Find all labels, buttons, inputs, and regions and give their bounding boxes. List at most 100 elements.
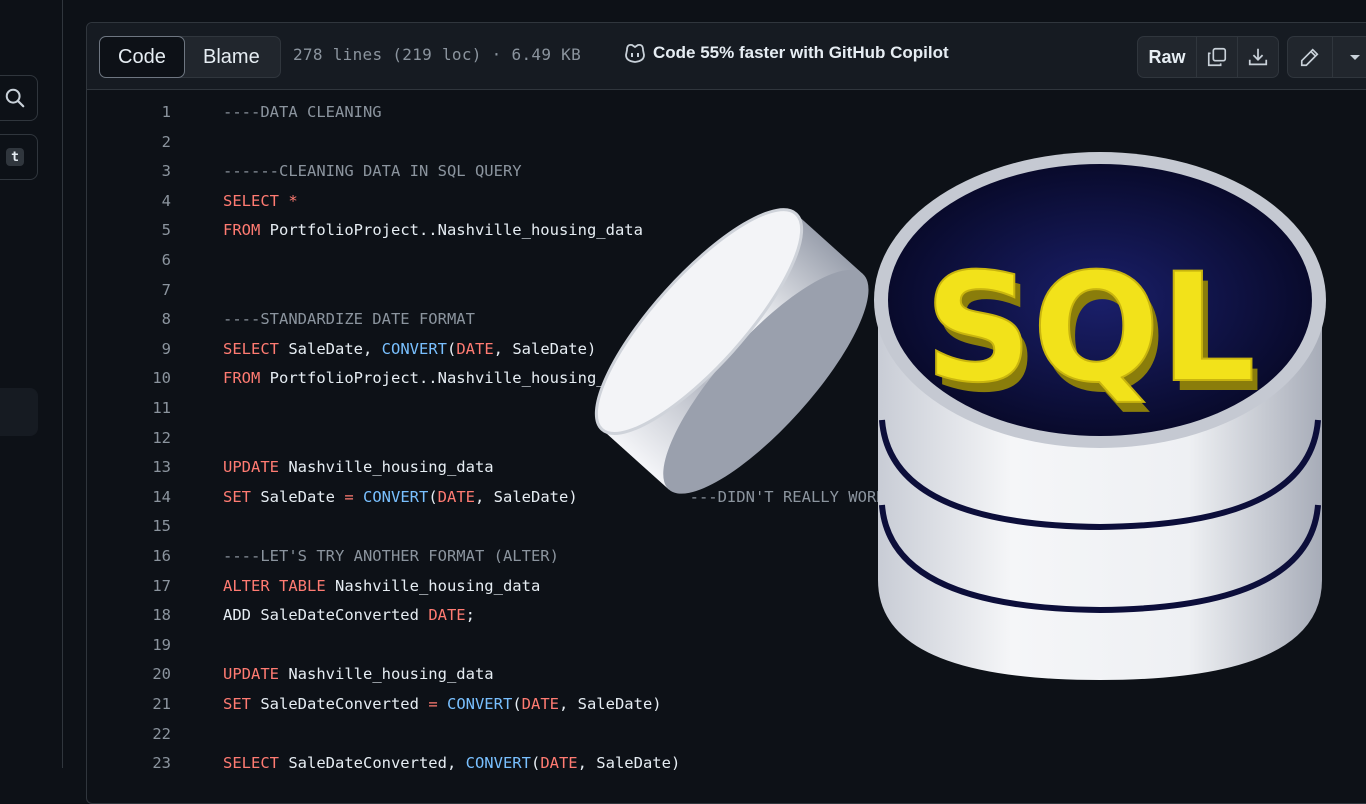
line-number[interactable]: 4 — [147, 192, 171, 210]
line-number[interactable]: 2 — [147, 133, 171, 151]
code-token: SaleDate, — [288, 339, 382, 358]
line-number[interactable]: 12 — [147, 429, 171, 447]
code-token: ADD SaleDateConverted — [223, 606, 429, 625]
code-token: CONVERT — [363, 487, 429, 506]
code-token: ----LET'S TRY ANOTHER FORMAT (ALTER) — [223, 547, 559, 565]
line-number[interactable]: 18 — [147, 606, 171, 624]
file-meta: 278 lines (219 loc) · 6.49 KB — [293, 45, 582, 64]
line-number[interactable]: 13 — [147, 458, 171, 476]
symbols-button[interactable]: t — [0, 134, 38, 180]
line-number[interactable]: 15 — [147, 517, 171, 535]
copilot-promo[interactable]: Code 55% faster with GitHub Copilot — [623, 42, 949, 64]
code-token: SET — [223, 695, 261, 713]
line-number[interactable]: 8 — [147, 310, 171, 328]
code-line: 23 SELECT SaleDateConverted, CONVERT(DATE… — [87, 754, 1287, 784]
line-number[interactable]: 21 — [147, 695, 171, 713]
code-token: ( — [428, 487, 438, 506]
download-icon — [1248, 48, 1268, 66]
code-token: ------CLEANING DATA IN SQL QUERY — [223, 162, 522, 181]
code-token: ( — [512, 695, 522, 713]
line-number[interactable]: 3 — [147, 162, 171, 180]
code-token: FROM — [223, 221, 270, 240]
code-token: ----DATA CLEANING — [223, 103, 382, 121]
code-token: SaleDateConverted — [260, 695, 429, 713]
code-token: Nashville_housing_data — [288, 458, 494, 477]
line-number[interactable]: 9 — [147, 340, 171, 358]
line-number[interactable]: 22 — [147, 725, 171, 743]
copy-button[interactable] — [1197, 37, 1238, 77]
search-button[interactable] — [0, 75, 38, 121]
line-number[interactable]: 17 — [147, 577, 171, 595]
code-token: DATE — [428, 606, 466, 625]
code-token: , SaleDate) — [558, 695, 662, 713]
edit-button[interactable] — [1288, 37, 1333, 77]
line-content: UPDATE Nashville_housing_data — [223, 458, 494, 476]
download-button[interactable] — [1238, 37, 1278, 77]
line-content: ----STANDARDIZE DATE FORMAT — [223, 310, 475, 328]
line-content: ADD SaleDateConverted DATE; — [223, 606, 475, 624]
sql-database-logo: SQL SQL — [594, 152, 1326, 680]
code-token: SaleDateConverted, — [288, 754, 466, 773]
code-token: ( — [530, 754, 541, 773]
code-line: 1 ----DATA CLEANING — [87, 103, 1287, 133]
tab-blame[interactable]: Blame — [185, 37, 278, 77]
line-number[interactable]: 20 — [147, 665, 171, 683]
line-number[interactable]: 11 — [147, 399, 171, 417]
file-actions: Raw — [1137, 36, 1279, 78]
code-token: ( — [446, 339, 457, 358]
line-content: SELECT SaleDateConverted, CONVERT(DATE, … — [223, 754, 680, 772]
line-number[interactable]: 23 — [147, 754, 171, 772]
pencil-icon — [1300, 48, 1319, 67]
line-content: ALTER TABLE Nashville_housing_data — [223, 577, 540, 595]
code-token: DATE — [456, 339, 494, 358]
code-token: SaleDate — [260, 487, 345, 506]
code-token: Nashville_housing_data — [334, 576, 541, 595]
code-line: 21 SET SaleDateConverted = CONVERT(DATE, … — [87, 695, 1287, 725]
code-token: CONVERT — [465, 754, 531, 773]
symbol-icon: t — [6, 148, 24, 166]
code-token: SELECT — [223, 339, 289, 358]
line-number[interactable]: 14 — [147, 488, 171, 506]
database-lid — [594, 208, 869, 494]
line-number[interactable]: 10 — [147, 369, 171, 387]
code-token: ; — [465, 606, 475, 625]
tab-code[interactable]: Code — [99, 36, 185, 78]
code-token: = — [344, 487, 363, 506]
code-token: UPDATE — [223, 665, 289, 684]
raw-button[interactable]: Raw — [1138, 37, 1197, 77]
file-header: Code Blame 278 lines (219 loc) · 6.49 KB… — [87, 23, 1366, 90]
chevron-down-icon — [1350, 55, 1360, 60]
sql-letters: SQL SQL — [923, 241, 1261, 426]
line-content: SELECT * — [223, 192, 298, 210]
line-number[interactable]: 7 — [147, 281, 171, 299]
code-token: = — [428, 695, 447, 713]
code-token: , SaleDate) — [577, 754, 681, 773]
code-token: Nashville_housing_data — [288, 665, 494, 684]
copilot-icon — [625, 43, 645, 63]
code-line: 22 — [87, 725, 1287, 755]
code-token: SET — [223, 487, 261, 506]
line-content: ----LET'S TRY ANOTHER FORMAT (ALTER) — [223, 547, 559, 565]
edit-actions — [1287, 36, 1366, 78]
copilot-text: Code 55% faster with GitHub Copilot — [653, 43, 949, 62]
left-rail: t — [0, 0, 63, 768]
line-number[interactable]: 19 — [147, 636, 171, 654]
code-token: CONVERT — [446, 695, 513, 713]
line-content: UPDATE Nashville_housing_data — [223, 665, 494, 683]
line-number[interactable]: 1 — [147, 103, 171, 121]
code-token: UPDATE — [223, 458, 289, 477]
code-token: FROM — [223, 369, 270, 388]
copy-icon — [1207, 47, 1227, 67]
code-token: DATE — [521, 695, 559, 713]
line-content: ------CLEANING DATA IN SQL QUERY — [223, 162, 522, 180]
line-number[interactable]: 5 — [147, 221, 171, 239]
code-token: SELECT * — [223, 191, 298, 210]
rail-item[interactable] — [0, 388, 38, 436]
code-token: CONVERT — [381, 339, 447, 358]
line-content: ----DATA CLEANING — [223, 103, 382, 121]
code-blame-toggle: Code Blame — [99, 36, 281, 78]
more-edit-options[interactable] — [1333, 37, 1366, 77]
line-number[interactable]: 6 — [147, 251, 171, 269]
svg-text:SQL: SQL — [924, 242, 1255, 416]
line-number[interactable]: 16 — [147, 547, 171, 565]
